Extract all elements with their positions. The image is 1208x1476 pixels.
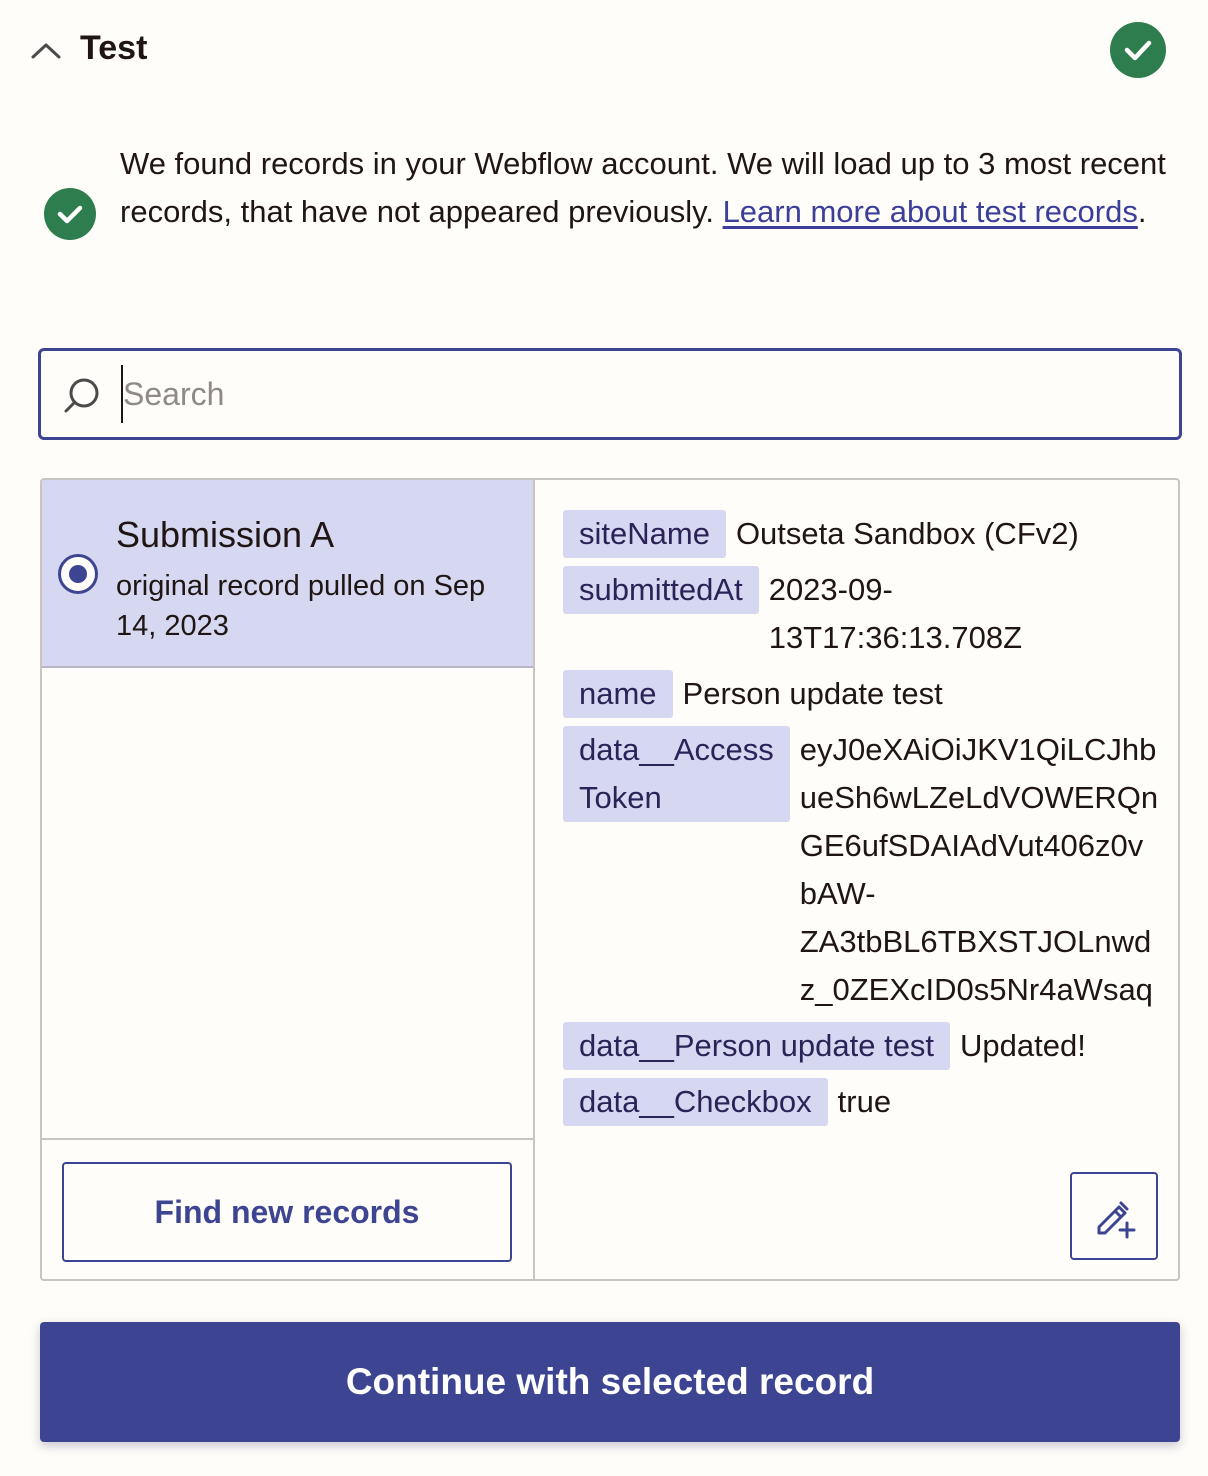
record-item[interactable]: Submission A original record pulled on S… <box>42 480 533 668</box>
record-radio[interactable] <box>58 554 98 594</box>
field-value: 2023-09- 13T17:36:13.708Z <box>768 572 1023 655</box>
info-message: We found records in your Webflow account… <box>44 140 1174 290</box>
field-value: eyJ0eXAiOiJKV1QiLCJhb ueSh6wLZeLdVOWERQn… <box>799 732 1159 1007</box>
section-header: Test <box>26 22 1176 78</box>
field-row: name Person update test <box>563 670 1178 718</box>
find-new-records-button[interactable]: Find new records <box>62 1162 512 1262</box>
field-key: data__Checkbox <box>563 1078 828 1126</box>
field-row: data__Access Token eyJ0eXAiOiJKV1QiLCJhb… <box>563 726 1178 1014</box>
record-subtitle: original record pulled on Sep 14, 2023 <box>116 570 486 642</box>
record-details: siteName Outseta Sandbox (CFv2) submitte… <box>535 480 1178 1279</box>
record-fields: siteName Outseta Sandbox (CFv2) submitte… <box>563 510 1178 1134</box>
test-section: Test We found records in your Webflow ac… <box>0 0 1208 1476</box>
chevron-up-icon <box>31 43 61 59</box>
field-row: siteName Outseta Sandbox (CFv2) <box>563 510 1178 558</box>
field-key: submittedAt <box>563 566 759 614</box>
learn-more-link[interactable]: Learn more about test records <box>723 194 1138 229</box>
field-value: Outseta Sandbox (CFv2) <box>735 516 1079 551</box>
search-icon <box>64 378 99 413</box>
section-title: Test <box>80 29 148 67</box>
field-key: data__Person update test <box>563 1022 951 1070</box>
edit-add-icon <box>1097 1201 1136 1239</box>
records-panel: Submission A original record pulled on S… <box>40 478 1180 1281</box>
edit-record-button[interactable] <box>1070 1172 1158 1260</box>
radio-selected-dot <box>69 565 87 583</box>
records-list-footer: Find new records <box>42 1138 533 1279</box>
field-value: Person update test <box>682 676 943 711</box>
field-key: data__Access Token <box>563 726 790 822</box>
status-check-icon <box>1110 22 1166 78</box>
field-row: submittedAt 2023-09- 13T17:36:13.708Z <box>563 566 1178 662</box>
continue-button[interactable]: Continue with selected record <box>40 1322 1180 1442</box>
records-list: Submission A original record pulled on S… <box>42 480 535 1279</box>
info-trailing: . <box>1137 194 1147 229</box>
field-value: true <box>837 1084 892 1119</box>
search-box <box>38 348 1182 440</box>
field-value: Updated! <box>960 1028 1086 1063</box>
check-circle-icon <box>44 188 96 240</box>
search-input[interactable] <box>121 365 1161 423</box>
field-row: data__Checkbox true <box>563 1078 1178 1126</box>
field-key: siteName <box>563 510 726 558</box>
collapse-button[interactable] <box>26 30 66 70</box>
field-key: name <box>563 670 673 718</box>
info-text: We found records in your Webflow account… <box>120 140 1174 236</box>
field-row: data__Person update test Updated! <box>563 1022 1178 1070</box>
record-title: Submission A <box>116 514 335 555</box>
